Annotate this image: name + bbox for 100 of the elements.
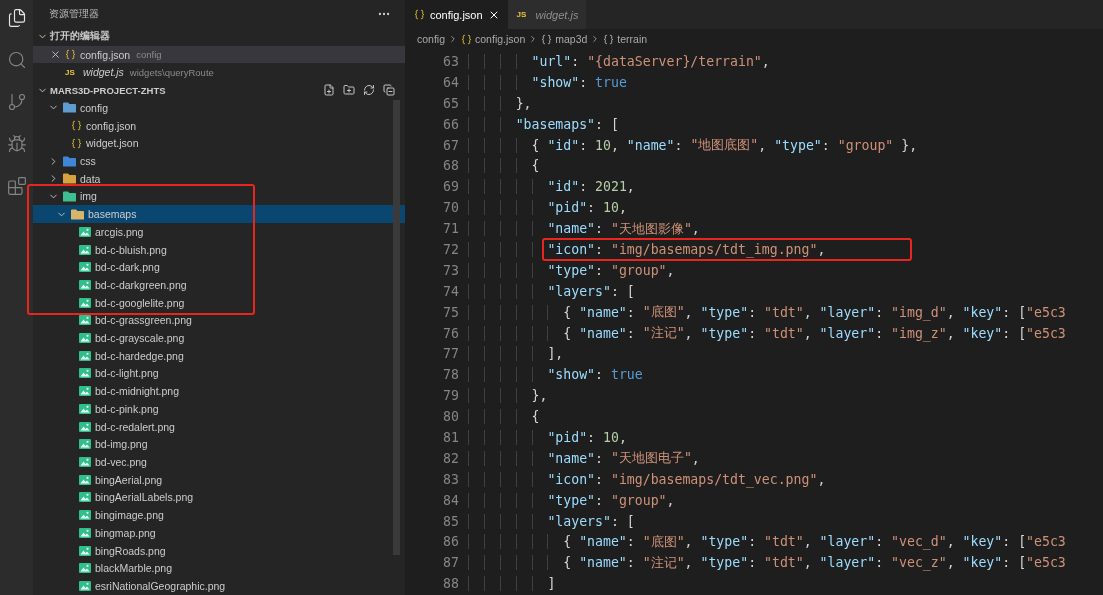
file-item[interactable]: bd-c-bluish.png xyxy=(33,240,405,259)
braces-icon xyxy=(461,33,473,45)
file-item[interactable]: bingmap.png xyxy=(33,523,405,542)
file-item[interactable]: blackMarble.png xyxy=(33,559,405,578)
braces-icon xyxy=(71,120,82,132)
line-number: 66 xyxy=(442,116,459,132)
image-file-icon xyxy=(79,333,91,344)
code-line: { "name": "注记", "type": "tdt", "layer": "img_z", "key": ["e5c3 xyxy=(468,322,1066,344)
code-line: "icon": "img/basemaps/tdt_vec.png", xyxy=(468,468,826,490)
folder-item[interactable]: config xyxy=(33,99,405,117)
file-item[interactable]: bd-vec.png xyxy=(33,453,405,471)
code-line: "type": "group", xyxy=(468,259,675,281)
files-icon[interactable] xyxy=(6,8,27,28)
refresh-icon[interactable] xyxy=(363,84,375,97)
file-item[interactable]: config.json xyxy=(33,116,405,135)
new-folder-icon[interactable] xyxy=(343,84,355,97)
braces-icon xyxy=(414,9,425,20)
line-number: 69 xyxy=(442,179,459,195)
file-path: config xyxy=(136,49,162,61)
file-item[interactable]: arcgis.png xyxy=(33,223,405,241)
line-number: 85 xyxy=(442,513,459,529)
folder-item[interactable]: data xyxy=(33,169,405,188)
new-file-icon[interactable] xyxy=(323,84,335,97)
line-number: 80 xyxy=(442,409,459,425)
folder-item[interactable]: img xyxy=(33,187,405,206)
breadcrumb-item[interactable]: config.json xyxy=(475,33,526,45)
file-item[interactable]: bingAerial.png xyxy=(33,470,405,489)
js-file-icon: JS xyxy=(65,67,79,77)
line-number: 86 xyxy=(442,534,459,550)
collapse-icon[interactable] xyxy=(383,84,395,97)
file-item[interactable]: bd-c-hardedge.png xyxy=(33,346,405,365)
file-item[interactable]: esriNationalGeographic.png xyxy=(33,577,405,595)
file-item[interactable]: bd-c-pink.png xyxy=(33,400,405,418)
image-file-icon xyxy=(79,297,91,308)
image-file-icon xyxy=(79,457,91,467)
tab-label: config.json xyxy=(430,8,483,21)
scrollbar-thumb[interactable] xyxy=(393,100,400,555)
code-line: "url": "{dataServer}/terrain", xyxy=(468,51,770,72)
code-line: "name": "天地图电子", xyxy=(468,447,700,469)
file-item[interactable]: bd-c-midnight.png xyxy=(33,382,405,401)
image-file-icon xyxy=(79,527,91,538)
open-editor-item[interactable]: JS widget.js widgets\queryRoute xyxy=(33,63,405,82)
image-file-icon xyxy=(79,492,91,503)
braces-icon xyxy=(71,137,82,149)
image-file-icon xyxy=(79,563,91,574)
folder-item[interactable]: basemaps xyxy=(33,205,405,223)
line-number: 79 xyxy=(442,388,459,404)
line-number: 88 xyxy=(442,576,459,592)
code-line: { "name": "底图", "type": "tdt", "layer": "vec_d", "key": ["e5c3 xyxy=(468,531,1066,553)
section-title: MARS3D-PROJECT-ZHTS xyxy=(50,84,167,96)
line-number: 70 xyxy=(442,200,459,216)
code-line: "show": true xyxy=(468,364,643,386)
breadcrumb-item[interactable]: terrain xyxy=(617,33,648,45)
breadcrumb-item[interactable]: map3d xyxy=(555,33,588,45)
section-header[interactable]: MARS3D-PROJECT-ZHTS xyxy=(33,81,405,100)
code-line: "layers": [ xyxy=(468,280,635,302)
file-item[interactable]: bd-c-grayscale.png xyxy=(33,329,405,347)
line-number: 78 xyxy=(442,367,459,383)
line-number: 63 xyxy=(442,53,459,69)
image-file-icon xyxy=(79,262,91,273)
image-file-icon xyxy=(79,474,91,485)
line-number: 84 xyxy=(442,492,459,508)
sidebar-title: 资源管理器 xyxy=(49,6,99,21)
editor-tab[interactable]: config.json xyxy=(405,0,508,29)
file-item[interactable]: bd-c-redalert.png xyxy=(33,417,405,436)
image-file-icon xyxy=(79,421,91,432)
file-item[interactable]: bd-img.png xyxy=(33,435,405,454)
open-editor-item[interactable]: config.json config xyxy=(33,45,405,64)
file-item[interactable]: bd-c-darkgreen.png xyxy=(33,276,405,294)
file-item[interactable]: bingRoads.png xyxy=(33,541,405,560)
file-item[interactable]: widget.json xyxy=(33,134,405,153)
bug-icon[interactable] xyxy=(6,134,27,154)
line-number: 76 xyxy=(442,325,459,341)
image-file-icon xyxy=(79,226,91,237)
file-item[interactable]: bd-c-grassgreen.png xyxy=(33,311,405,330)
file-item[interactable]: bd-c-light.png xyxy=(33,364,405,383)
line-number: 73 xyxy=(442,262,459,278)
image-file-icon xyxy=(79,403,91,414)
code-line: "layers": [ xyxy=(468,510,635,532)
file-item[interactable]: bingimage.png xyxy=(33,506,405,524)
blocks-icon[interactable] xyxy=(6,176,27,196)
line-number: 81 xyxy=(442,429,459,445)
file-item[interactable]: bingAerialLabels.png xyxy=(33,488,405,507)
file-name: widget.js xyxy=(83,66,124,79)
section-title: 打开的编辑器 xyxy=(50,30,111,44)
section-header[interactable]: 打开的编辑器 xyxy=(33,27,405,46)
folder-item[interactable]: css xyxy=(33,152,405,170)
editor-tab[interactable]: JS widget.js xyxy=(507,0,587,29)
search-icon[interactable] xyxy=(6,50,27,70)
image-file-icon xyxy=(79,580,91,591)
file-item[interactable]: bd-c-googlelite.png xyxy=(33,293,405,312)
line-number: 82 xyxy=(442,450,459,466)
close-icon[interactable] xyxy=(49,49,61,61)
line-number: 72 xyxy=(442,241,459,257)
line-number: 77 xyxy=(442,346,459,362)
file-item[interactable]: bd-c-dark.png xyxy=(33,258,405,277)
code-line: "id": 2021, xyxy=(468,176,635,198)
branch-icon[interactable] xyxy=(6,92,27,112)
breadcrumb-item[interactable]: config xyxy=(417,33,446,45)
code-line: "basemaps": [ xyxy=(468,113,619,135)
